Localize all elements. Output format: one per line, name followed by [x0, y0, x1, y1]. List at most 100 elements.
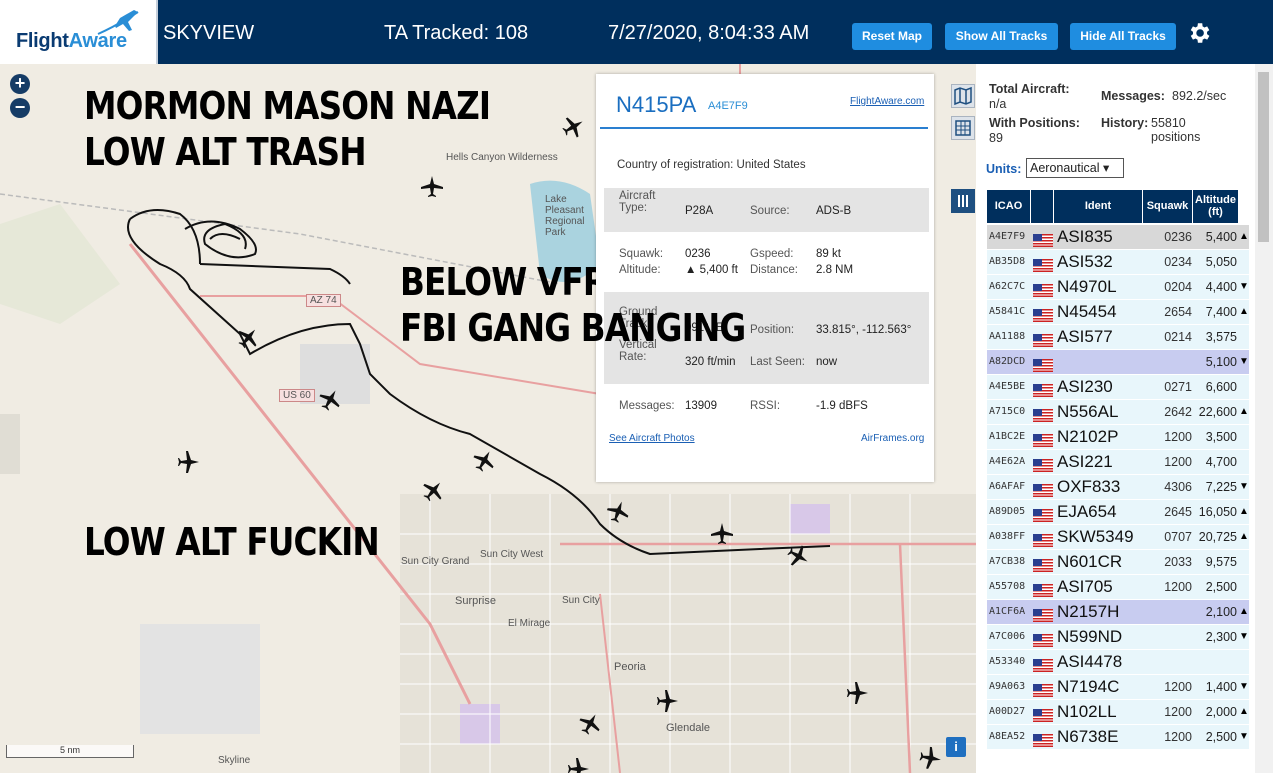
table-row[interactable]: A5841C N45454 2654 7,400 ▲ — [987, 300, 1249, 325]
table-row[interactable]: A62C7C N4970L 0204 4,400 ▼ — [987, 275, 1249, 300]
position-value: 33.815°, -112.563° — [816, 324, 912, 336]
ident-cell: ASI221 — [1057, 452, 1113, 471]
table-row[interactable]: A1BC2E N2102P 1200 3,500 — [987, 425, 1249, 450]
icao-cell: A1CF6A — [989, 606, 1026, 617]
col-icao[interactable]: ICAO — [987, 190, 1030, 223]
scrollbar-thumb[interactable] — [1258, 72, 1269, 242]
info-button[interactable]: i — [946, 737, 966, 757]
icao-cell: A4E5BE — [989, 381, 1026, 392]
source-value: ADS-B — [816, 205, 852, 217]
flightaware-logo[interactable]: FlightAware — [0, 0, 158, 64]
table-row[interactable]: A4E5BE ASI230 0271 6,600 — [987, 375, 1249, 400]
sidebar-scrollbar[interactable] — [1255, 64, 1273, 773]
us-flag-icon — [1033, 381, 1053, 397]
messages-value: 892.2/sec — [1172, 89, 1227, 103]
table-row[interactable]: A89D05 EJA654 2645 16,050 ▲ — [987, 500, 1249, 525]
aircraft-sidebar: Total Aircraft: n/a Messages: 892.2/sec … — [976, 64, 1273, 773]
altitude-cell: 7,400 — [1205, 305, 1237, 319]
table-row[interactable]: A00D27 N102LL 1200 2,000 ▲ — [987, 700, 1249, 725]
squawk-cell: 0214 — [1164, 330, 1192, 344]
altitude-cell: 4,400 — [1205, 280, 1237, 294]
reset-map-button[interactable]: Reset Map — [852, 23, 932, 50]
map-label-sun-city-grand: Sun City Grand — [401, 556, 470, 567]
col-altitude[interactable]: Altitude (ft) — [1193, 190, 1238, 223]
altitude-cell: 5,100 — [1205, 355, 1237, 369]
table-row[interactable]: A1CF6A N2157H 2,100 ▲ — [987, 600, 1249, 625]
flightaware-link[interactable]: FlightAware.com — [850, 96, 924, 107]
overlay-text-1: MORMON MASON NAZI — [84, 84, 491, 128]
units-select[interactable]: Aeronautical ▾ — [1026, 158, 1124, 178]
altitude-trend-icon: ▲ — [1239, 231, 1249, 242]
col-squawk[interactable]: Squawk — [1143, 190, 1192, 223]
table-row[interactable]: AB35D8 ASI532 0234 5,050 — [987, 250, 1249, 275]
us-flag-icon — [1033, 731, 1053, 747]
icao-cell: AB35D8 — [989, 256, 1026, 267]
table-row[interactable]: A53340 ASI4478 — [987, 650, 1249, 675]
table-row[interactable]: A715C0 N556AL 2642 22,600 ▲ — [987, 400, 1249, 425]
altitude-cell: 2,500 — [1205, 580, 1237, 594]
gspeed-label: Gspeed: — [750, 248, 794, 260]
squawk-cell: 1200 — [1164, 730, 1192, 744]
map-layers-button[interactable] — [951, 84, 975, 108]
zoom-in-button[interactable]: + — [10, 74, 30, 94]
squawk-cell: 2654 — [1164, 305, 1192, 319]
us-flag-icon — [1033, 506, 1053, 522]
table-row[interactable]: A7CB38 N601CR 2033 9,575 — [987, 550, 1249, 575]
position-label: Position: — [750, 324, 795, 336]
popup-hex: A4E7F9 — [708, 100, 748, 112]
grid-toggle-button[interactable] — [951, 116, 975, 140]
ident-cell: N102LL — [1057, 702, 1117, 721]
squawk-cell: 0271 — [1164, 380, 1192, 394]
overlay-text-2: LOW ALT TRASH — [84, 130, 367, 174]
altitude-cell: 3,575 — [1205, 330, 1237, 344]
map-label-az74: AZ 74 — [306, 294, 341, 307]
altitude-trend-icon: ▼ — [1239, 481, 1249, 492]
altitude-value: ▲ 5,400 ft — [685, 264, 738, 276]
hide-all-tracks-button[interactable]: Hide All Tracks — [1070, 23, 1176, 50]
units-label: Units: — [986, 162, 1022, 176]
table-row[interactable]: A55708 ASI705 1200 2,500 — [987, 575, 1249, 600]
squawk-cell: 1200 — [1164, 455, 1192, 469]
overlay-text-3: BELOW VFR — [400, 260, 608, 304]
table-row[interactable]: A9A063 N7194C 1200 1,400 ▼ — [987, 675, 1249, 700]
gear-icon[interactable] — [1186, 20, 1212, 46]
table-row[interactable]: A4E7F9 ASI835 0236 5,400 ▲ — [987, 225, 1249, 250]
col-ident[interactable]: Ident — [1054, 190, 1142, 223]
table-row[interactable]: A82DCD 5,100 ▼ — [987, 350, 1249, 375]
zoom-out-button[interactable]: − — [10, 98, 30, 118]
icao-cell: A00D27 — [989, 706, 1026, 717]
altitude-label: Altitude: — [619, 264, 661, 276]
us-flag-icon — [1033, 581, 1053, 597]
icao-cell: A82DCD — [989, 356, 1026, 367]
see-aircraft-photos-link[interactable]: See Aircraft Photos — [609, 433, 695, 444]
ident-cell: N4970L — [1057, 277, 1117, 296]
squawk-label: Squawk: — [619, 248, 664, 260]
table-row[interactable]: A4E62A ASI221 1200 4,700 — [987, 450, 1249, 475]
airframes-link[interactable]: AirFrames.org — [861, 433, 924, 444]
map-label-el-mirage: El Mirage — [508, 618, 551, 629]
altitude-cell: 2,300 — [1205, 630, 1237, 644]
app-title: SKYVIEW — [163, 22, 255, 44]
icao-cell: A8EA52 — [989, 731, 1026, 742]
altitude-trend-icon: ▲ — [1239, 706, 1249, 717]
map-label-hells-canyon: Hells Canyon Wilderness — [446, 152, 558, 163]
ident-cell: N7194C — [1057, 677, 1120, 696]
us-flag-icon — [1033, 231, 1053, 247]
altitude-trend-icon: ▼ — [1239, 681, 1249, 692]
table-row[interactable]: A8EA52 N6738E 1200 2,500 ▼ — [987, 725, 1249, 750]
table-row[interactable]: A7C006 N599ND 2,300 ▼ — [987, 625, 1249, 650]
squawk-cell: 2642 — [1164, 405, 1192, 419]
altitude-trend-icon: ▲ — [1239, 406, 1249, 417]
table-row[interactable]: A6AFAF OXF833 4306 7,225 ▼ — [987, 475, 1249, 500]
show-all-tracks-button[interactable]: Show All Tracks — [945, 23, 1058, 50]
altitude-cell: 2,000 — [1205, 705, 1237, 719]
squawk-cell: 1200 — [1164, 580, 1192, 594]
squawk-cell: 0234 — [1164, 255, 1192, 269]
altitude-cell: 2,500 — [1205, 730, 1237, 744]
us-flag-icon — [1033, 481, 1053, 497]
map-label-glendale: Glendale — [666, 722, 711, 734]
squawk-cell: 1200 — [1164, 680, 1192, 694]
panel-toggle-button[interactable] — [951, 189, 975, 213]
table-row[interactable]: AA1188 ASI577 0214 3,575 — [987, 325, 1249, 350]
table-row[interactable]: A038FF SKW5349 0707 20,725 ▲ — [987, 525, 1249, 550]
